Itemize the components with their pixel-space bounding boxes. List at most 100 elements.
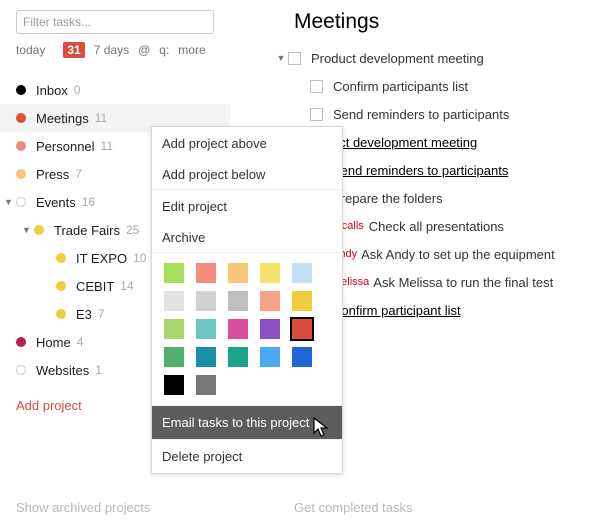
project-name: Press — [36, 167, 69, 182]
project-name: CEBIT — [76, 279, 114, 294]
task-title: Ask Andy to set up the equipment — [361, 247, 555, 262]
dot-icon — [34, 225, 44, 235]
color-swatch[interactable] — [164, 263, 184, 283]
ctx-delete[interactable]: Delete project — [152, 439, 342, 473]
task-row[interactable]: Send reminders to participants — [318, 156, 593, 184]
task-row[interactable]: AndyAsk Andy to set up the equipment — [318, 240, 593, 268]
ctx-add-below[interactable]: Add project below — [152, 160, 342, 189]
dot-icon — [16, 197, 26, 207]
task-title: Confirm participants list — [333, 79, 468, 94]
task-title: Product development meeting — [311, 51, 484, 66]
color-swatch[interactable] — [260, 291, 280, 311]
color-swatch[interactable] — [228, 263, 248, 283]
task-title: Ask Melissa to run the final test — [373, 275, 553, 290]
checkbox[interactable] — [310, 80, 323, 93]
project-name: Home — [36, 335, 71, 350]
chevron-down-icon[interactable]: ▼ — [4, 197, 13, 207]
chip-q[interactable]: q: — [159, 43, 169, 57]
task-row[interactable]: Confirm participants list — [296, 72, 593, 100]
section-title: Meetings — [294, 10, 593, 34]
dot-icon — [56, 253, 66, 263]
dot-icon — [56, 281, 66, 291]
project-count: 0 — [74, 83, 81, 97]
project-count: 14 — [120, 279, 133, 293]
task-row[interactable]: Send reminders to participants — [296, 100, 593, 128]
project-name: Inbox — [36, 83, 68, 98]
chip-date[interactable]: 31 — [63, 42, 84, 58]
color-palette — [152, 252, 342, 405]
task-row[interactable]: MelissaAsk Melissa to run the final test — [318, 268, 593, 296]
color-swatch[interactable] — [164, 319, 184, 339]
color-swatch[interactable] — [292, 347, 312, 367]
filter-chips: today 31 7 days @ q: more — [16, 42, 230, 58]
project-name: Trade Fairs — [54, 223, 120, 238]
color-swatch[interactable] — [292, 263, 312, 283]
task-title: Check all presentations — [369, 219, 504, 234]
color-swatch[interactable] — [228, 319, 248, 339]
project-count: 25 — [126, 223, 139, 237]
color-swatch[interactable] — [260, 319, 280, 339]
ctx-add-above[interactable]: Add project above — [152, 127, 342, 160]
project-count: 4 — [77, 335, 84, 349]
color-swatch[interactable] — [292, 319, 312, 339]
project-count: 1 — [95, 363, 102, 377]
project-inbox[interactable]: Inbox 0 — [0, 76, 230, 104]
project-count: 10 — [133, 251, 146, 265]
dot-icon — [16, 113, 26, 123]
chip-7days[interactable]: 7 days — [94, 43, 129, 57]
project-name: Events — [36, 195, 76, 210]
task-title[interactable]: Send reminders to participants — [332, 163, 508, 178]
dot-icon — [16, 169, 26, 179]
project-count: 11 — [101, 139, 113, 153]
project-name: Websites — [36, 363, 89, 378]
task-row[interactable]: Confirm participant list — [318, 296, 593, 324]
color-swatch[interactable] — [292, 291, 312, 311]
chip-today[interactable]: today — [16, 43, 54, 58]
chip-more[interactable]: more — [178, 43, 205, 57]
task-title[interactable]: Confirm participant list — [332, 303, 461, 318]
task-row[interactable]: ▼ Product development meeting — [274, 44, 593, 72]
dot-icon — [16, 365, 26, 375]
project-name: Meetings — [36, 111, 89, 126]
ctx-archive[interactable]: Archive — [152, 223, 342, 252]
color-swatch[interactable] — [196, 263, 216, 283]
project-context-menu: Add project above Add project below Edit… — [151, 126, 343, 474]
chevron-down-icon[interactable]: ▼ — [22, 225, 31, 235]
task-title[interactable]: uct development meeting — [332, 135, 477, 150]
dot-icon — [56, 309, 66, 319]
color-swatch[interactable] — [228, 291, 248, 311]
color-swatch[interactable] — [196, 375, 216, 395]
ctx-email-tasks[interactable]: Email tasks to this project — [152, 405, 342, 439]
project-name: IT EXPO — [76, 251, 127, 266]
task-row[interactable]: Prepare the folders — [318, 184, 593, 212]
task-row[interactable]: recallsCheck all presentations — [318, 212, 593, 240]
color-swatch[interactable] — [164, 347, 184, 367]
color-swatch[interactable] — [260, 263, 280, 283]
checkbox[interactable] — [288, 52, 301, 65]
color-swatch[interactable] — [164, 291, 184, 311]
project-count: 16 — [82, 195, 95, 209]
chevron-down-icon[interactable]: ▼ — [274, 53, 288, 63]
color-swatch[interactable] — [196, 347, 216, 367]
ctx-edit[interactable]: Edit project — [152, 189, 342, 223]
project-count: 7 — [98, 307, 105, 321]
color-swatch[interactable] — [228, 347, 248, 367]
project-count: 7 — [75, 167, 82, 181]
task-title: Prepare the folders — [332, 191, 443, 206]
dot-icon — [16, 85, 26, 95]
color-swatch[interactable] — [196, 291, 216, 311]
checkbox[interactable] — [310, 108, 323, 121]
task-title: Send reminders to participants — [333, 107, 509, 122]
color-swatch[interactable] — [260, 347, 280, 367]
dot-icon — [16, 141, 26, 151]
show-archived-link[interactable]: Show archived projects — [16, 500, 150, 515]
get-completed-link[interactable]: Get completed tasks — [294, 500, 413, 515]
filter-tasks-input[interactable] — [16, 10, 214, 34]
color-swatch[interactable] — [196, 319, 216, 339]
dot-icon — [16, 337, 26, 347]
chip-at[interactable]: @ — [138, 43, 150, 57]
project-name: E3 — [76, 307, 92, 322]
color-swatch[interactable] — [164, 375, 184, 395]
project-name: Personnel — [36, 139, 95, 154]
task-row[interactable]: uct development meeting — [318, 128, 593, 156]
